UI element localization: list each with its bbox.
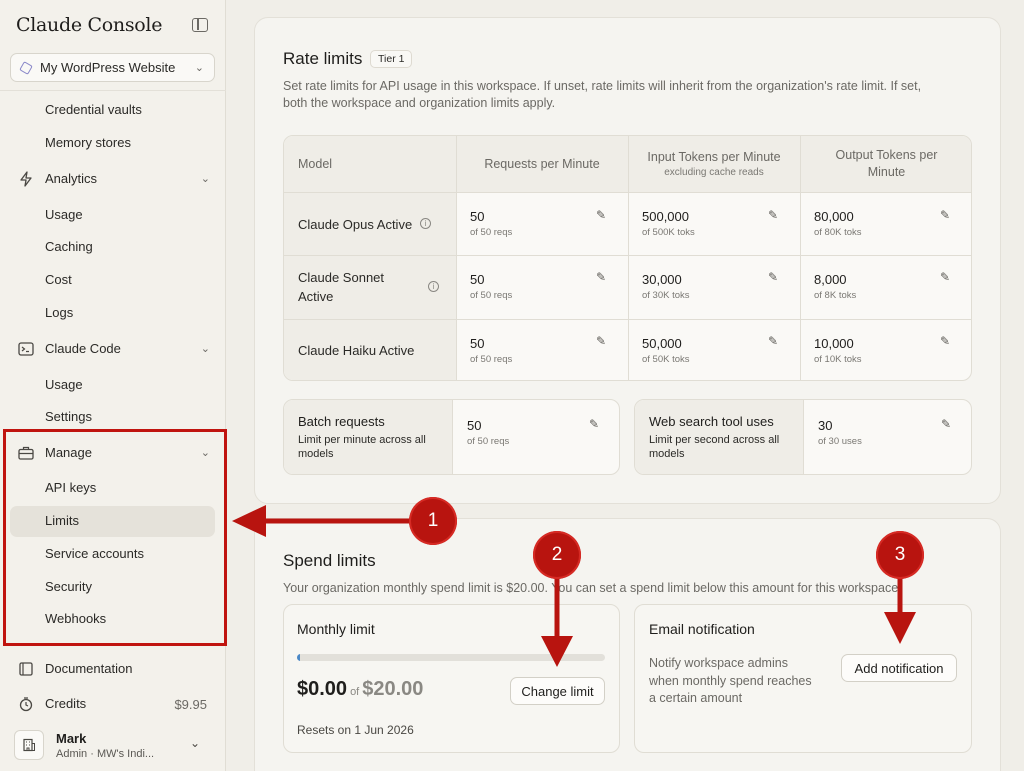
- spend-amount: $0.00 of $20.00: [297, 678, 424, 700]
- divider: [803, 400, 804, 474]
- edit-pencil-icon[interactable]: ✎: [941, 417, 951, 431]
- edit-pencil-icon[interactable]: ✎: [940, 270, 950, 284]
- sidebar-item-cc-usage[interactable]: Usage: [45, 375, 83, 395]
- sidebar-toggle-icon[interactable]: [192, 18, 208, 32]
- building-icon: [14, 730, 44, 760]
- divider: [452, 400, 453, 474]
- web-search-value: 30 of 30 uses: [818, 418, 862, 447]
- change-limit-button[interactable]: Change limit: [510, 677, 605, 705]
- user-name: Mark: [56, 730, 87, 746]
- email-notification-title: Email notification: [649, 621, 755, 637]
- edit-pencil-icon[interactable]: ✎: [940, 334, 950, 348]
- sidebar-item-logs[interactable]: Logs: [45, 303, 73, 323]
- sidebar-group-label: Analytics: [45, 171, 98, 186]
- callout-3: 3: [876, 531, 924, 579]
- credits-icon: [18, 696, 34, 712]
- divider: [284, 319, 971, 320]
- spend-progress-fill: [297, 654, 301, 661]
- rate-limits-description: Set rate limits for API usage in this wo…: [283, 79, 922, 110]
- sidebar-item-documentation[interactable]: Documentation: [18, 659, 210, 679]
- sidebar-item-label: Credits: [45, 696, 87, 711]
- rate-limits-table: Model Requests per Minute Input Tokens p…: [283, 135, 972, 381]
- batch-requests-value: 50 of 50 reqs: [467, 418, 510, 447]
- batch-requests-card: Batch requests Limit per minute across a…: [283, 399, 620, 475]
- user-menu[interactable]: Mark Admin · MW's Indi... ⌄: [14, 727, 214, 763]
- chevron-down-icon: ⌄: [200, 173, 210, 185]
- divider: [0, 90, 226, 91]
- sidebar-group-claude-code[interactable]: Claude Code ⌄: [18, 339, 210, 359]
- edit-pencil-icon[interactable]: ✎: [768, 270, 778, 284]
- sidebar: Claude Console My WordPress Website ⌄ Cr…: [0, 0, 226, 771]
- divider: [800, 136, 801, 380]
- table-cell-rpm: 50 of 50 reqs: [470, 272, 513, 301]
- table-cell-itpm: 30,000 of 30K toks: [642, 272, 690, 301]
- divider: [456, 136, 457, 380]
- chevron-down-icon: ⌄: [194, 62, 204, 74]
- table-cell-rpm: 50 of 50 reqs: [470, 209, 513, 238]
- sidebar-item-cc-settings[interactable]: Settings: [45, 407, 92, 427]
- tier-badge: Tier 1: [370, 50, 413, 68]
- sidebar-item-cost[interactable]: Cost: [45, 270, 72, 290]
- sidebar-item-usage[interactable]: Usage: [45, 205, 83, 225]
- terminal-icon: [18, 341, 34, 357]
- sidebar-item-caching[interactable]: Caching: [45, 237, 93, 257]
- workspace-icon: [19, 60, 33, 75]
- divider: [628, 136, 629, 380]
- sidebar-item-label: Documentation: [45, 661, 133, 676]
- column-header-model: Model: [284, 136, 456, 193]
- analytics-icon: [18, 171, 34, 187]
- table-cell-rpm: 50 of 50 reqs: [470, 336, 513, 365]
- spend-limits-title: Spend limits: [283, 551, 376, 570]
- app-title: Claude Console: [16, 14, 163, 36]
- column-header-otpm: Output Tokens per Minute: [800, 136, 971, 193]
- reset-date: Resets on 1 Jun 2026: [297, 723, 414, 737]
- table-cell-otpm: 8,000 of 8K toks: [814, 272, 857, 301]
- edit-pencil-icon[interactable]: ✎: [768, 208, 778, 222]
- edit-pencil-icon[interactable]: ✎: [768, 334, 778, 348]
- sidebar-group-analytics[interactable]: Analytics ⌄: [18, 169, 210, 189]
- info-icon[interactable]: i: [420, 218, 431, 229]
- annotation-highlight-box: [3, 429, 227, 646]
- edit-pencil-icon[interactable]: ✎: [596, 208, 606, 222]
- user-role: Admin · MW's Indi...: [56, 747, 155, 760]
- book-icon: [18, 661, 34, 677]
- web-search-card: Web search tool uses Limit per second ac…: [634, 399, 972, 475]
- table-cell-itpm: 50,000 of 50K toks: [642, 336, 690, 365]
- spend-limits-description: Your organization monthly spend limit is…: [283, 581, 902, 595]
- divider: [284, 255, 971, 256]
- workspace-name: My WordPress Website: [40, 60, 176, 75]
- credits-balance: $9.95: [174, 697, 207, 712]
- column-header-rpm: Requests per Minute: [456, 136, 628, 193]
- callout-2: 2: [533, 531, 581, 579]
- chevron-down-icon: ⌄: [189, 736, 200, 750]
- table-cell-itpm: 500,000 of 500K toks: [642, 209, 695, 238]
- spend-progress-bar: [297, 654, 605, 661]
- callout-1: 1: [409, 497, 457, 545]
- edit-pencil-icon[interactable]: ✎: [596, 270, 606, 284]
- sidebar-group-label: Claude Code: [45, 341, 121, 356]
- chevron-down-icon: ⌄: [200, 343, 210, 355]
- info-icon[interactable]: i: [428, 281, 439, 292]
- rate-limits-title: Rate limits: [283, 49, 363, 68]
- email-notification-description: Notify workspace admins when monthly spe…: [649, 656, 812, 705]
- workspace-select[interactable]: My WordPress Website ⌄: [10, 53, 215, 82]
- edit-pencil-icon[interactable]: ✎: [596, 334, 606, 348]
- table-row-label: Claude Haiku Active: [284, 319, 456, 380]
- table-cell-otpm: 80,000 of 80K toks: [814, 209, 862, 238]
- monthly-limit-title: Monthly limit: [297, 621, 375, 637]
- web-search-label: Web search tool uses Limit per second ac…: [635, 400, 803, 474]
- batch-requests-label: Batch requests Limit per minute across a…: [284, 400, 452, 474]
- sidebar-item-memory-stores[interactable]: Memory stores: [45, 133, 131, 153]
- sidebar-item-credential-vaults[interactable]: Credential vaults: [45, 100, 142, 120]
- edit-pencil-icon[interactable]: ✎: [589, 417, 599, 431]
- column-header-itpm: Input Tokens per Minute excluding cache …: [628, 136, 800, 193]
- edit-pencil-icon[interactable]: ✎: [940, 208, 950, 222]
- add-notification-button[interactable]: Add notification: [841, 654, 957, 682]
- table-cell-otpm: 10,000 of 10K toks: [814, 336, 862, 365]
